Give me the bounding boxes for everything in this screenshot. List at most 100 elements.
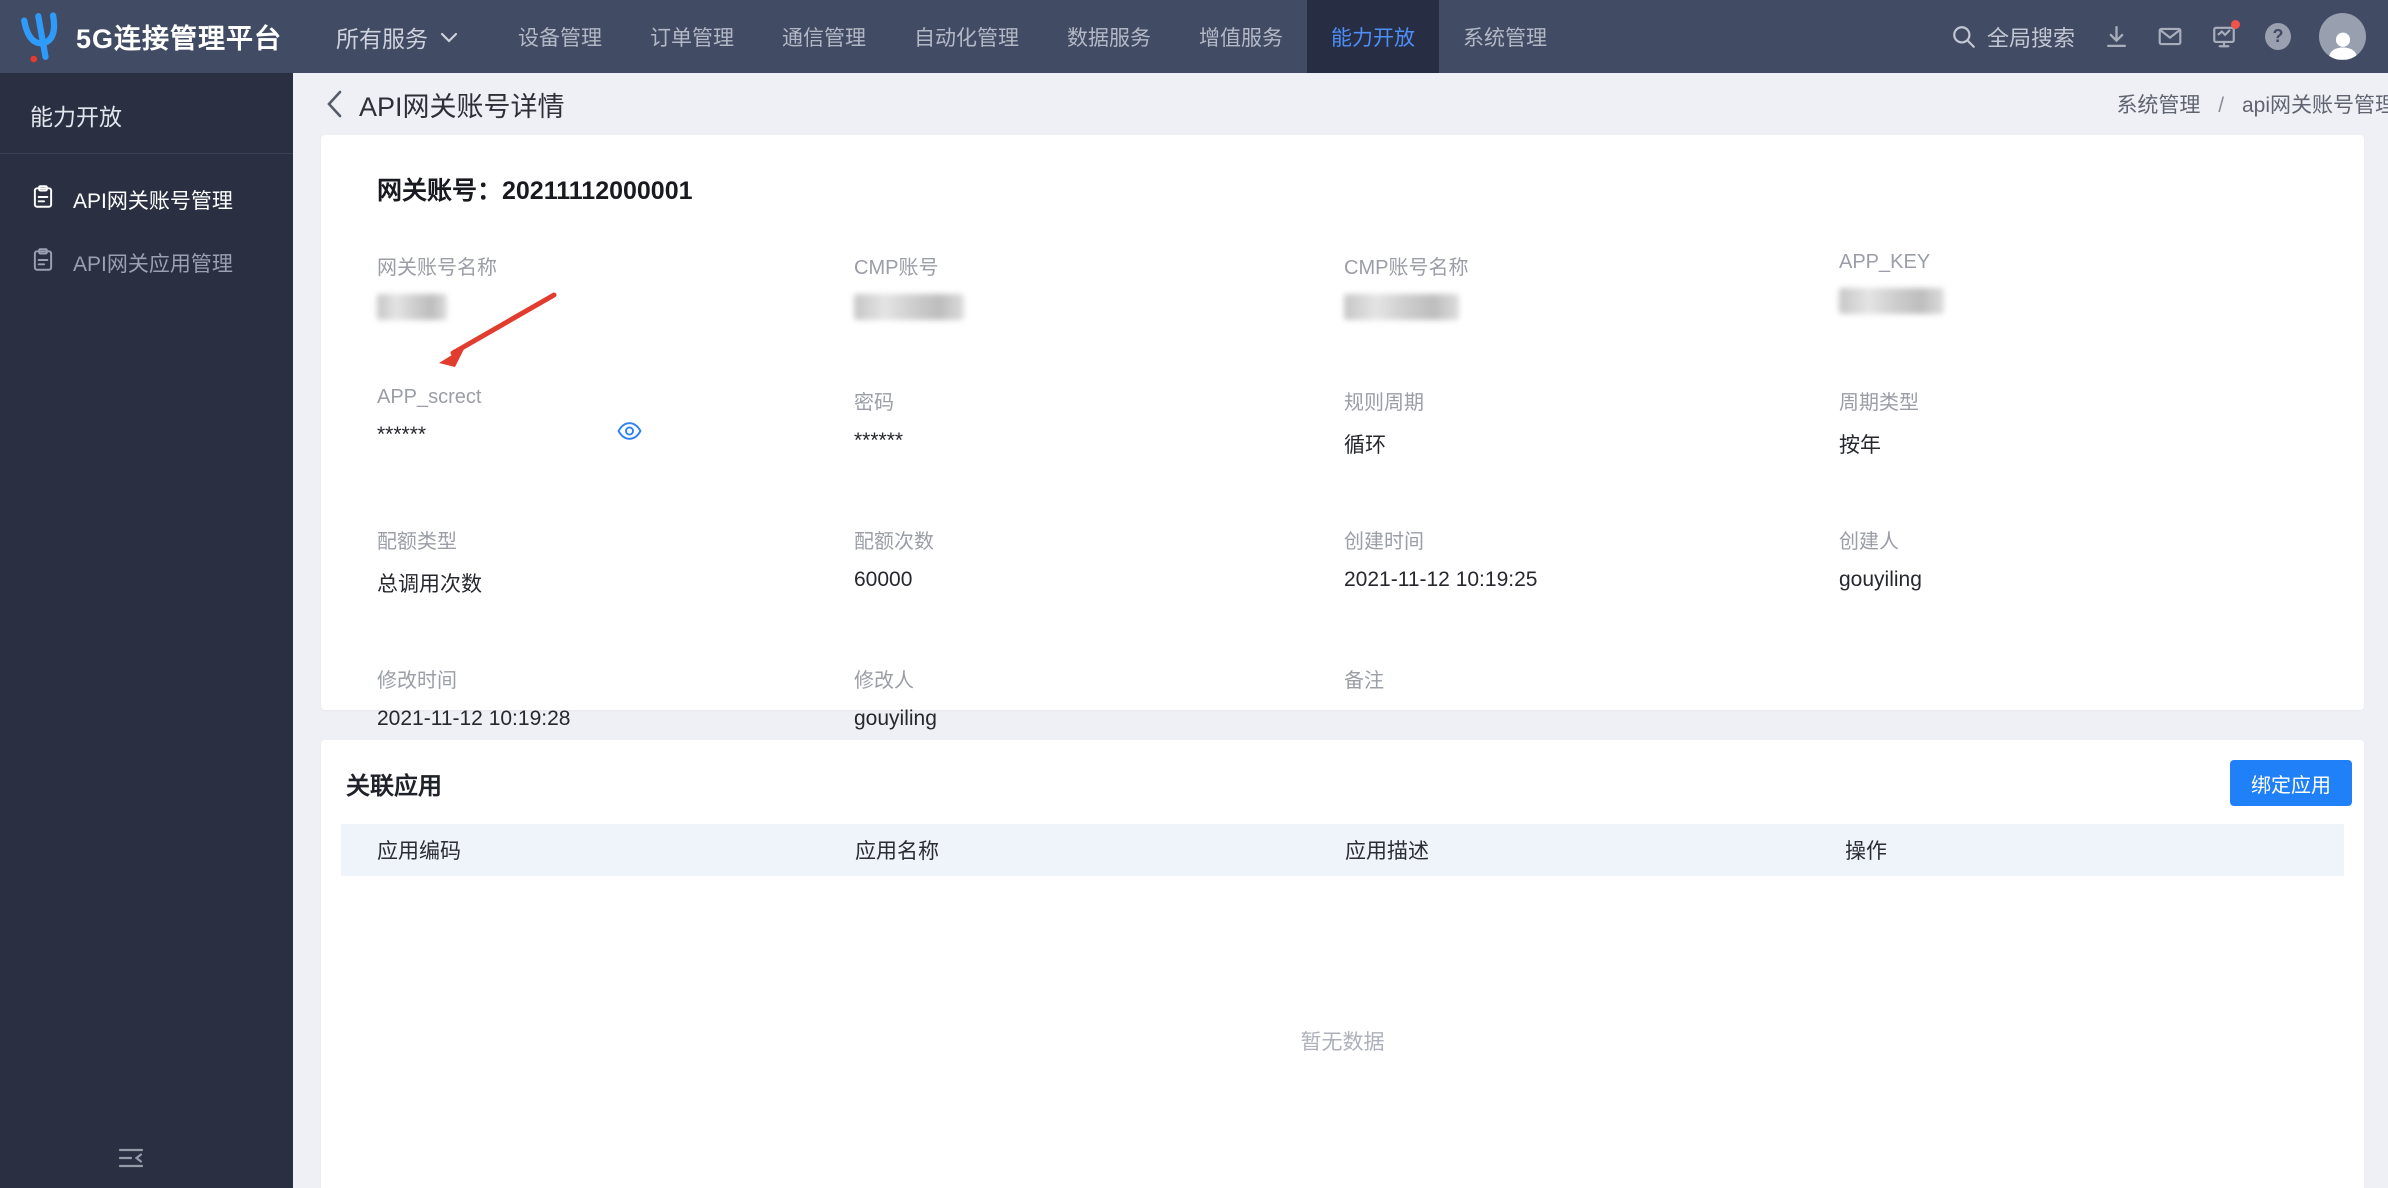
field-label: 配额次数 (854, 531, 934, 553)
detail-fields-grid: 网关账号名称 CMP账号 CMP账号名称 APP_KEY APP_screct *****… (377, 251, 2308, 797)
related-apps-table-header: 应用编码 应用名称 应用描述 操作 (341, 824, 2344, 876)
field-label: APP_screct (377, 386, 482, 408)
field-label: 密码 (854, 392, 894, 414)
detail-field-r3c0: 修改时间 2021-11-12 10:19:28 (377, 664, 854, 731)
clipboard-icon (30, 247, 56, 279)
back-icon[interactable] (325, 89, 344, 119)
topnav-right-cluster: 全局搜索 ? (1951, 13, 2388, 60)
table-header-0: 应用编码 (377, 840, 461, 863)
nav-item-1[interactable]: 订单管理 (626, 0, 758, 73)
sidebar-collapse-icon[interactable] (118, 1147, 144, 1174)
field-value: 2021-11-12 10:19:25 (1344, 568, 1538, 591)
chevron-down-icon (440, 23, 458, 50)
detail-field-r0c1: CMP账号 (854, 251, 1344, 320)
sidebar-item-label: API网关应用管理 (73, 252, 233, 276)
detail-field-r3c2: 备注 (1344, 664, 1839, 731)
download-icon[interactable] (2103, 24, 2129, 50)
detail-field-r2c1: 配额次数 60000 (854, 525, 1344, 598)
field-label: CMP账号名称 (1344, 257, 1469, 279)
table-header-2: 应用描述 (1345, 840, 1429, 863)
mail-icon[interactable] (2157, 24, 2183, 50)
sidebar-items: API网关账号管理 API网关应用管理 (0, 154, 293, 294)
help-icon[interactable]: ? (2265, 23, 2291, 50)
clipboard-icon (30, 184, 56, 216)
page-header: API网关账号详情 系统管理 / api网关账号管理 (293, 73, 2388, 135)
table-header-1: 应用名称 (855, 840, 939, 863)
field-value: 2021-11-12 10:19:28 (377, 707, 571, 730)
field-label: 规则周期 (1344, 392, 1424, 414)
empty-state-text: 暂无数据 (1300, 1031, 1385, 1054)
field-value: gouyiling (1839, 568, 1922, 591)
field-value: gouyiling (854, 707, 937, 730)
all-services-label: 所有服务 (336, 25, 429, 52)
logo-icon (20, 11, 64, 63)
user-avatar[interactable] (2319, 13, 2366, 60)
nav-item-2[interactable]: 通信管理 (758, 0, 890, 73)
monitor-notifications-icon[interactable] (2211, 19, 2240, 50)
nav-item-3[interactable]: 自动化管理 (890, 0, 1043, 73)
gateway-account-detail-card: 网关账号：20211112000001 网关账号名称 CMP账号 CMP账号名称 AP… (321, 135, 2364, 730)
nav-item-7[interactable]: 系统管理 (1439, 0, 1571, 73)
breadcrumb-root[interactable]: 系统管理 (2116, 94, 2200, 117)
top-navbar: 5G连接管理平台 所有服务 设备管理 订单管理 通信管理 自动化管理 数据服务 增值服务能… (0, 0, 2388, 73)
breadcrumb: 系统管理 / api网关账号管理 (2116, 89, 2388, 119)
sidebar-item-1[interactable]: API网关应用管理 (0, 231, 293, 294)
sidebar-section-title: 能力开放 (0, 73, 293, 154)
app-logo[interactable]: 5G连接管理平台 (0, 11, 282, 63)
table-header-3: 操作 (1845, 840, 1887, 863)
redacted-value-blur (377, 294, 447, 320)
detail-field-r1c3: 周期类型 按年 (1839, 386, 2308, 459)
field-label: 创建时间 (1344, 531, 1424, 553)
app-title: 5G连接管理平台 (76, 24, 283, 54)
field-label: CMP账号 (854, 257, 939, 279)
field-value: 循环 (1344, 434, 1386, 457)
field-label: 配额类型 (377, 531, 457, 553)
page-title-text: API网关账号详情 (359, 91, 565, 122)
field-value: 60000 (854, 568, 913, 591)
nav-item-0[interactable]: 设备管理 (494, 0, 626, 73)
sidebar: 能力开放 API网关账号管理 API网关应用管理 (0, 73, 293, 1188)
global-search[interactable]: 全局搜索 (1951, 21, 2075, 53)
nav-item-4[interactable]: 数据服务 (1043, 0, 1175, 73)
redacted-value-blur (1344, 294, 1459, 320)
field-label: 创建人 (1839, 531, 1899, 553)
all-services-menu[interactable]: 所有服务 (336, 20, 458, 54)
field-value: 总调用次数 (377, 573, 482, 596)
field-label: 备注 (1344, 670, 1384, 692)
related-apps-title: 关联应用 (346, 772, 442, 800)
field-label: 修改时间 (377, 670, 457, 692)
search-icon (1951, 24, 1977, 50)
field-label: 周期类型 (1839, 392, 1919, 414)
bind-app-button[interactable]: 绑定应用 (2230, 760, 2352, 806)
detail-field-r0c2: CMP账号名称 (1344, 251, 1839, 320)
page-title: API网关账号详情 (325, 85, 565, 124)
topnav-items: 设备管理 订单管理 通信管理 自动化管理 数据服务 增值服务 能力开放 系统管理 (494, 0, 1571, 73)
field-value: ****** (854, 429, 904, 452)
detail-field-r2c2: 创建时间 2021-11-12 10:19:25 (1344, 525, 1839, 598)
global-search-label: 全局搜索 (1986, 25, 2075, 51)
detail-field-r2c3: 创建人 gouyiling (1839, 525, 2308, 598)
nav-item-6[interactable]: 能力开放 (1307, 0, 1440, 73)
detail-field-r2c0: 配额类型 总调用次数 (377, 525, 854, 598)
redacted-value-blur (1839, 288, 1944, 314)
nav-item-5[interactable]: 增值服务 (1175, 0, 1307, 73)
notification-badge-dot (2231, 19, 2240, 29)
detail-field-r0c3: APP_KEY (1839, 251, 2308, 320)
sidebar-item-0[interactable]: API网关账号管理 (0, 168, 293, 231)
detail-field-r1c0: APP_screct ****** (377, 386, 854, 459)
related-apps-card: 关联应用 绑定应用 应用编码 应用名称 应用描述 操作 暂无数据 (321, 740, 2364, 1188)
breadcrumb-separator: / (2218, 94, 2225, 117)
detail-field-r1c1: 密码 ****** (854, 386, 1344, 459)
eye-icon[interactable] (617, 422, 642, 440)
breadcrumb-current: api网关账号管理 (2241, 94, 2388, 117)
redacted-value-blur (854, 294, 964, 320)
detail-field-r3c1: 修改人 gouyiling (854, 664, 1344, 731)
related-apps-header: 关联应用 绑定应用 (321, 740, 2364, 824)
field-label: 网关账号名称 (377, 257, 497, 279)
detail-field-r0c0: 网关账号名称 (377, 251, 854, 320)
field-value: ****** (377, 423, 427, 446)
field-label: APP_KEY (1839, 251, 1931, 273)
field-label: 修改人 (854, 670, 914, 692)
detail-field-empty (1839, 664, 2308, 731)
main-content: API网关账号详情 系统管理 / api网关账号管理 网关账号：20211112… (293, 73, 2388, 1188)
